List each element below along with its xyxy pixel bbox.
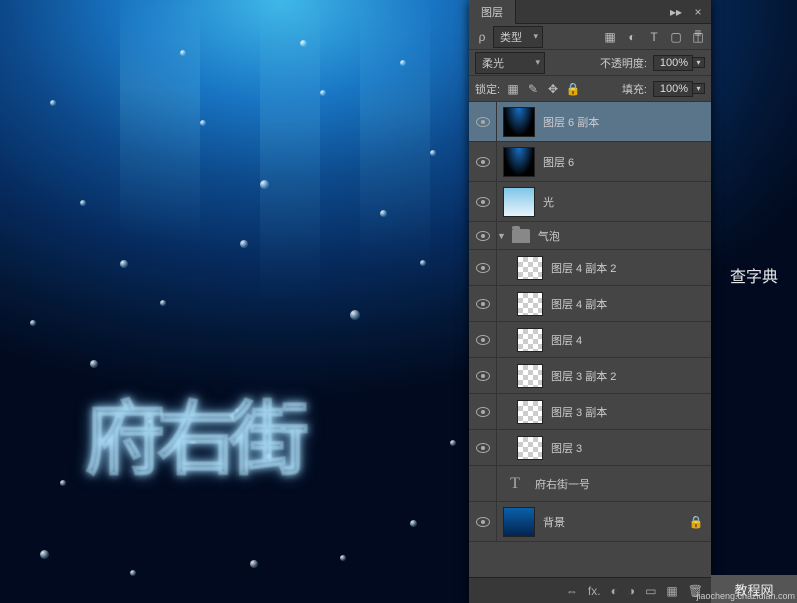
lock-transparency-icon[interactable]: ▦ bbox=[506, 82, 520, 96]
lock-icon: 🔒 bbox=[689, 515, 703, 529]
blend-row: 柔光 不透明度: 100% ▾ bbox=[469, 50, 711, 76]
watermark-url: jiaocheng.chazidian.com bbox=[696, 591, 795, 601]
lock-row: 锁定: ▦ ✎ ✥ 🔒 填充: 100% ▾ bbox=[469, 76, 711, 102]
collapse-icon[interactable]: ▸▸ bbox=[669, 5, 683, 19]
layer-row[interactable]: 背景 🔒 bbox=[469, 502, 711, 542]
layer-thumbnail[interactable] bbox=[503, 147, 535, 177]
group-disclosure-icon[interactable]: ▼ bbox=[497, 231, 506, 241]
layer-name[interactable]: 光 bbox=[541, 194, 711, 210]
layer-thumbnail[interactable] bbox=[517, 256, 543, 280]
layer-row[interactable]: T 府右街一号 bbox=[469, 466, 711, 502]
layers-list: 图层 6 副本 图层 6 光 ▼ 气泡 图层 4 副本 2 bbox=[469, 102, 711, 542]
layer-thumbnail[interactable] bbox=[517, 292, 543, 316]
layer-name[interactable]: 图层 3 副本 2 bbox=[549, 368, 711, 384]
layer-name[interactable]: 府右街一号 bbox=[533, 476, 711, 492]
layer-name[interactable]: 图层 6 副本 bbox=[541, 114, 711, 130]
layer-name[interactable]: 图层 3 bbox=[549, 440, 711, 456]
filter-type-icon[interactable]: T bbox=[647, 30, 661, 44]
opacity-input[interactable]: 100% bbox=[653, 55, 693, 71]
layer-group-row[interactable]: ▼ 气泡 bbox=[469, 222, 711, 250]
lock-image-icon[interactable]: ✎ bbox=[526, 82, 540, 96]
close-icon[interactable]: × bbox=[691, 5, 705, 19]
layer-row[interactable]: 图层 4 副本 bbox=[469, 286, 711, 322]
link-layers-icon[interactable]: ⇔ bbox=[566, 584, 578, 598]
fill-label: 填充: bbox=[622, 81, 647, 97]
layer-thumbnail[interactable] bbox=[503, 107, 535, 137]
layer-row[interactable]: 图层 3 副本 2 bbox=[469, 358, 711, 394]
layer-row[interactable]: 图层 4 副本 2 bbox=[469, 250, 711, 286]
layer-name[interactable]: 背景 bbox=[541, 514, 689, 530]
layer-thumbnail[interactable] bbox=[503, 187, 535, 217]
visibility-icon[interactable] bbox=[476, 157, 490, 167]
visibility-icon[interactable] bbox=[476, 371, 490, 381]
type-layer-icon: T bbox=[503, 473, 527, 495]
panel-menu-icon[interactable]: ≡ bbox=[691, 26, 705, 40]
bubble-text-art: 府右街 bbox=[85, 375, 415, 515]
layer-name[interactable]: 图层 4 bbox=[549, 332, 711, 348]
adjustment-layer-icon[interactable]: ◑ bbox=[628, 584, 635, 598]
fill-stepper[interactable]: ▾ bbox=[693, 83, 705, 94]
filter-pixel-icon[interactable]: ▦ bbox=[603, 30, 617, 44]
layers-panel: 图层 ▸▸ × ≡ ρ 类型 ▦ ◐ T ▢ ◫ 柔光 不透明度: 100% ▾… bbox=[469, 0, 711, 603]
visibility-icon[interactable] bbox=[476, 407, 490, 417]
panel-tab-layers[interactable]: 图层 bbox=[469, 0, 516, 24]
visibility-icon[interactable] bbox=[476, 197, 490, 207]
opacity-label: 不透明度: bbox=[600, 55, 647, 71]
filter-shape-icon[interactable]: ▢ bbox=[669, 30, 683, 44]
visibility-icon[interactable] bbox=[476, 517, 490, 527]
layer-thumbnail[interactable] bbox=[503, 507, 535, 537]
visibility-icon[interactable] bbox=[476, 263, 490, 273]
folder-icon bbox=[512, 229, 530, 243]
layer-thumbnail[interactable] bbox=[517, 328, 543, 352]
layer-fx-icon[interactable]: fx. bbox=[588, 584, 601, 598]
new-layer-icon[interactable]: ▦ bbox=[666, 584, 677, 598]
layer-name[interactable]: 图层 4 副本 2 bbox=[549, 260, 711, 276]
visibility-icon[interactable] bbox=[476, 299, 490, 309]
filter-row: ρ 类型 ▦ ◐ T ▢ ◫ bbox=[469, 24, 711, 50]
fill-input[interactable]: 100% bbox=[653, 81, 693, 97]
lock-all-icon[interactable]: 🔒 bbox=[566, 82, 580, 96]
layer-row[interactable]: 图层 3 bbox=[469, 430, 711, 466]
add-mask-icon[interactable]: ◐ bbox=[611, 584, 618, 598]
layer-name[interactable]: 图层 3 副本 bbox=[549, 404, 711, 420]
lock-position-icon[interactable]: ✥ bbox=[546, 82, 560, 96]
layer-name[interactable]: 图层 6 bbox=[541, 154, 711, 170]
visibility-icon[interactable] bbox=[476, 335, 490, 345]
layer-row[interactable]: 光 bbox=[469, 182, 711, 222]
layer-row[interactable]: 图层 6 bbox=[469, 142, 711, 182]
layer-thumbnail[interactable] bbox=[517, 364, 543, 388]
layer-row[interactable]: 图层 3 副本 bbox=[469, 394, 711, 430]
layer-row[interactable]: 图层 4 bbox=[469, 322, 711, 358]
blend-mode-dropdown[interactable]: 柔光 bbox=[475, 52, 545, 74]
filter-search-icon[interactable]: ρ bbox=[475, 30, 489, 44]
new-group-icon[interactable]: ▭ bbox=[645, 584, 656, 598]
lock-label: 锁定: bbox=[475, 81, 500, 97]
visibility-icon[interactable] bbox=[476, 443, 490, 453]
layer-row[interactable]: 图层 6 副本 bbox=[469, 102, 711, 142]
panel-footer: ⇔ fx. ◐ ◑ ▭ ▦ 🗑 bbox=[469, 577, 711, 603]
filter-adjust-icon[interactable]: ◐ bbox=[625, 30, 639, 44]
layer-name[interactable]: 图层 4 副本 bbox=[549, 296, 711, 312]
layer-name[interactable]: 气泡 bbox=[536, 228, 711, 244]
watermark-side: 查字典 bbox=[711, 260, 797, 290]
visibility-icon[interactable] bbox=[476, 479, 490, 489]
opacity-stepper[interactable]: ▾ bbox=[693, 57, 705, 68]
panel-header: 图层 ▸▸ × bbox=[469, 0, 711, 24]
layer-thumbnail[interactable] bbox=[517, 400, 543, 424]
visibility-icon[interactable] bbox=[476, 117, 490, 127]
filter-kind-dropdown[interactable]: 类型 bbox=[493, 26, 543, 48]
visibility-icon[interactable] bbox=[476, 231, 490, 241]
layer-thumbnail[interactable] bbox=[517, 436, 543, 460]
